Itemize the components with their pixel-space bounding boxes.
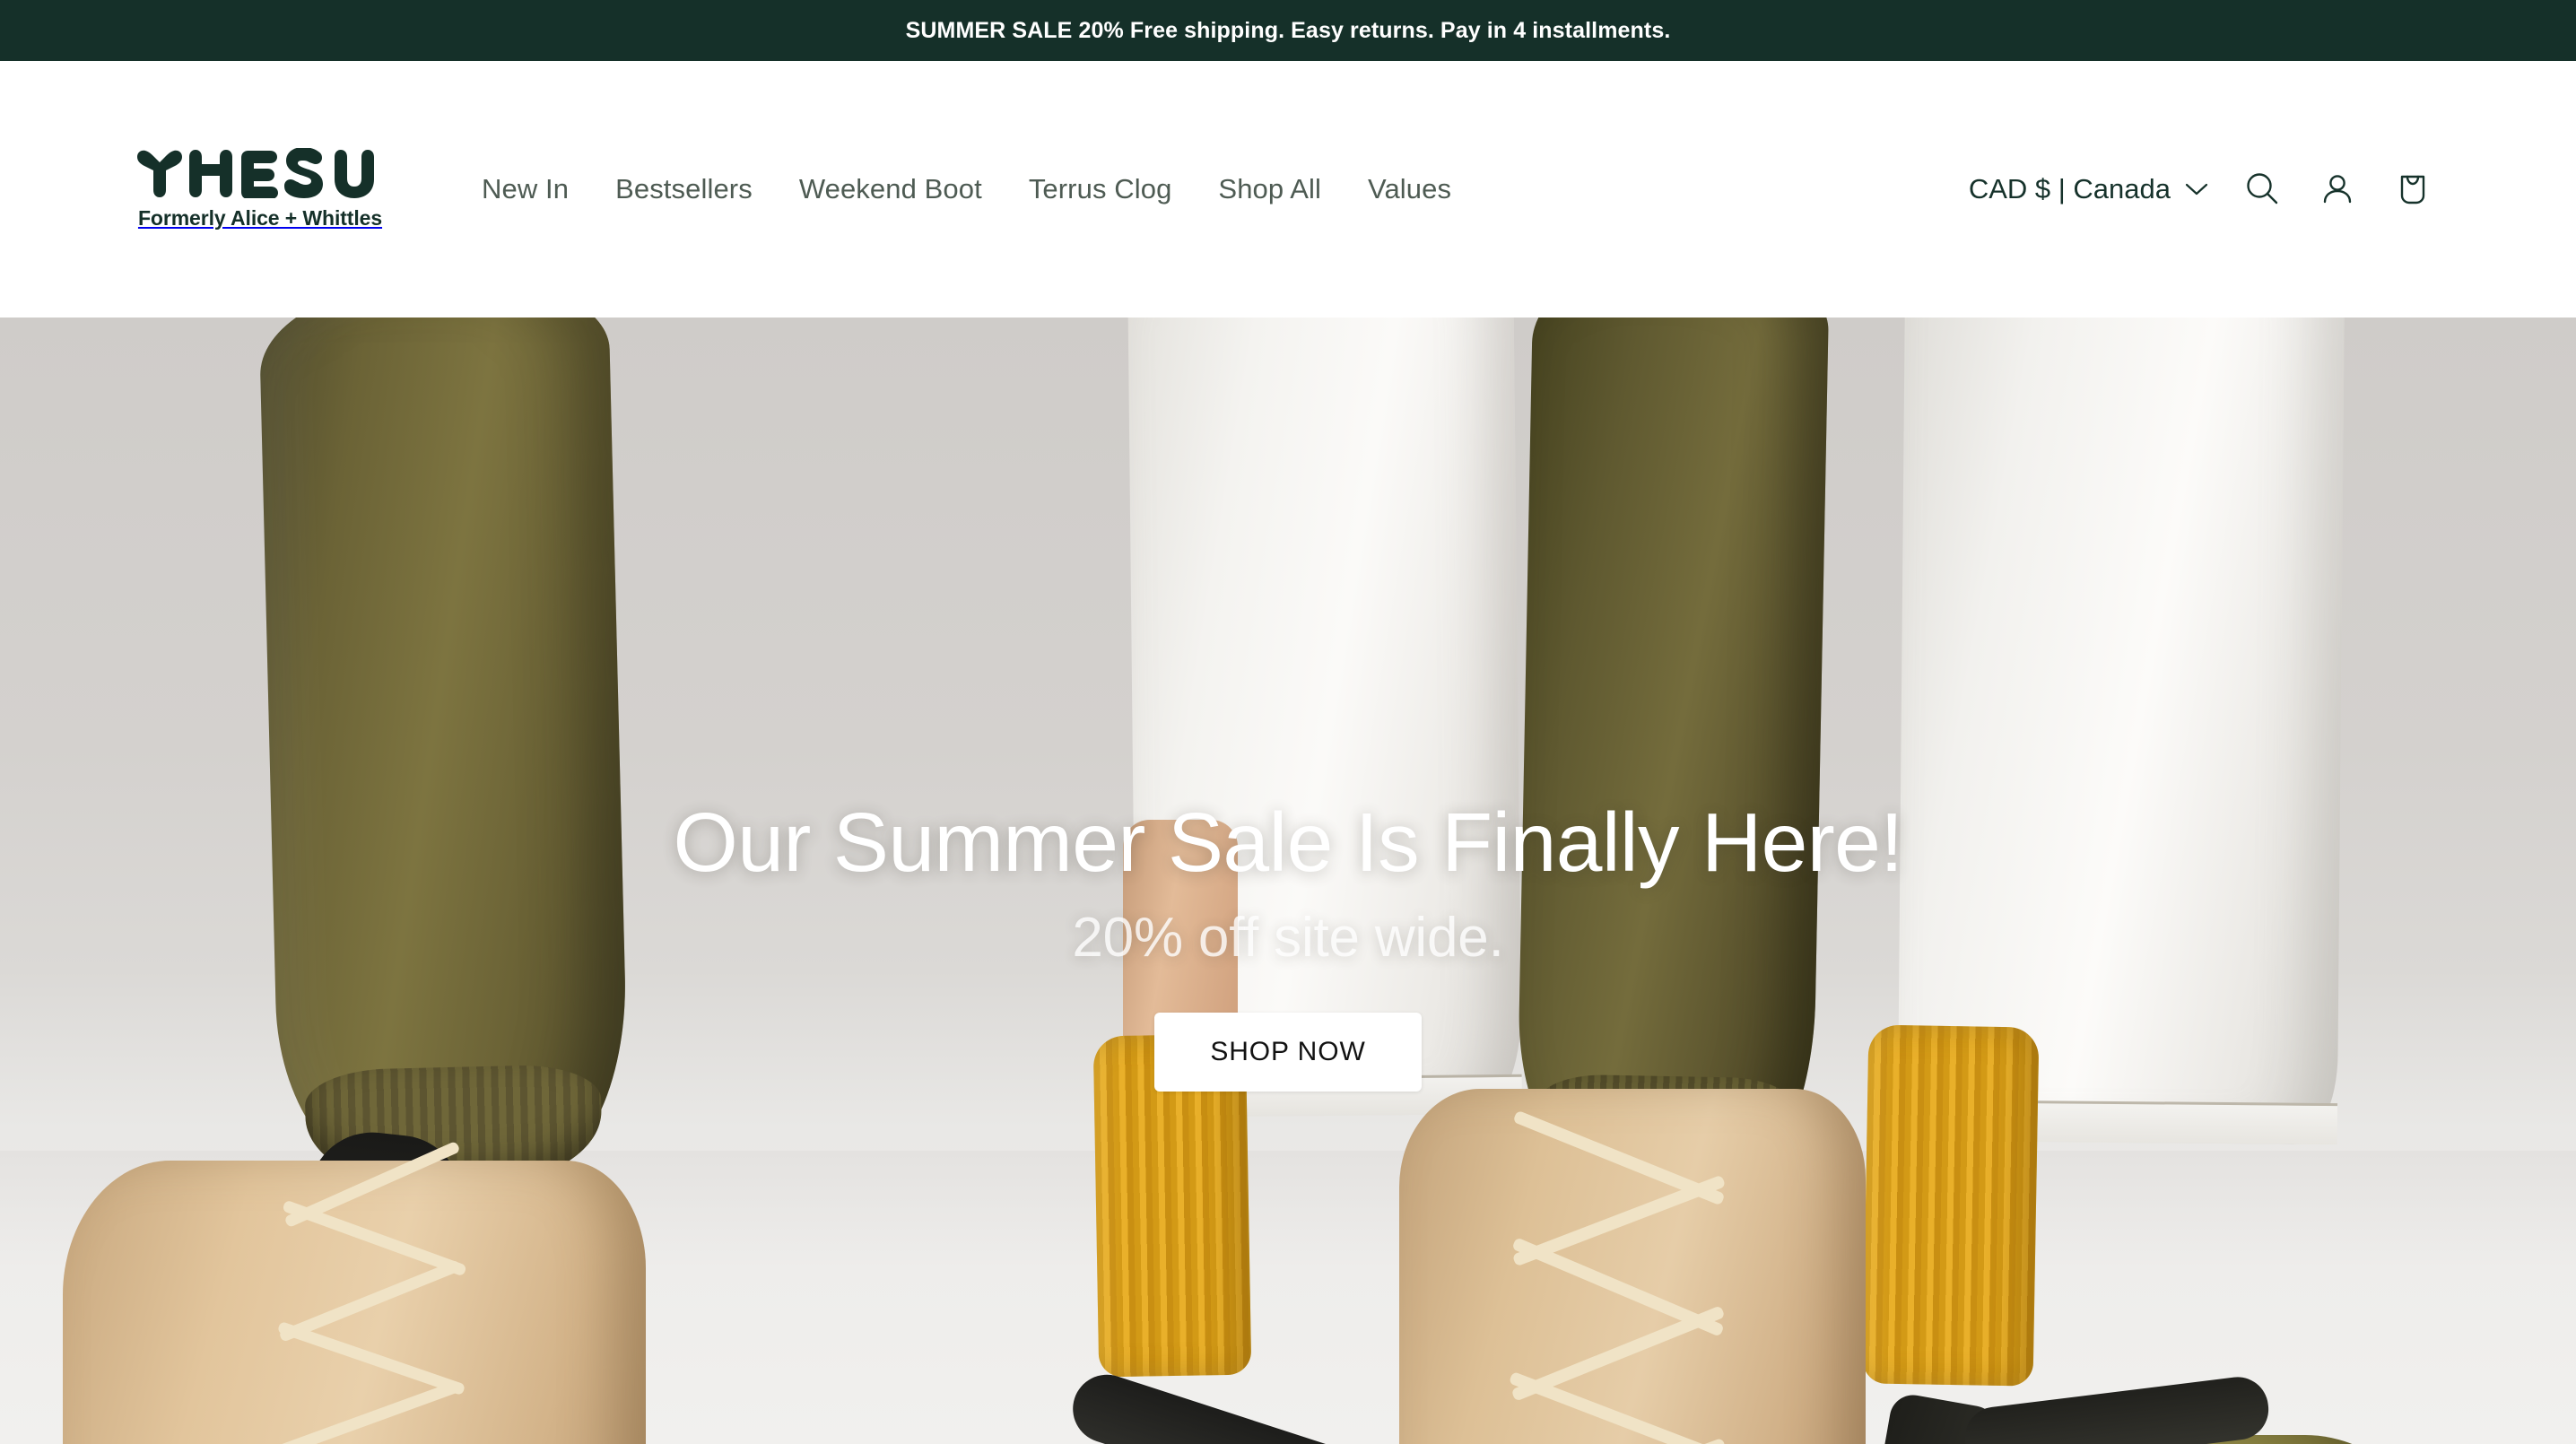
brand-logo-link[interactable]: Formerly Alice + Whittles xyxy=(130,148,390,231)
main-navigation: New In Bestsellers Weekend Boot Terrus C… xyxy=(458,161,1475,218)
shop-now-button[interactable]: SHOP NOW xyxy=(1154,1012,1422,1092)
account-button[interactable] xyxy=(2300,152,2375,227)
search-icon xyxy=(2247,173,2278,204)
nav-item-bestsellers[interactable]: Bestsellers xyxy=(592,161,776,218)
hero-subtitle: 20% off site wide. xyxy=(1072,906,1504,969)
locale-label: CAD $ | Canada xyxy=(1968,173,2171,204)
site-header: Formerly Alice + Whittles New In Bestsel… xyxy=(0,61,2576,318)
chevron-down-icon xyxy=(2185,183,2208,196)
header-actions: CAD $ | Canada xyxy=(1953,152,2450,227)
hero-title: Our Summer Sale Is Finally Here! xyxy=(673,796,1903,889)
hero-banner: Our Summer Sale Is Finally Here! 20% off… xyxy=(0,318,2576,1444)
nav-item-new-in[interactable]: New In xyxy=(458,161,592,218)
search-button[interactable] xyxy=(2224,152,2300,227)
hero-content: Our Summer Sale Is Finally Here! 20% off… xyxy=(0,318,2576,1444)
nav-item-weekend-boot[interactable]: Weekend Boot xyxy=(776,161,1005,218)
nav-item-terrus-clog[interactable]: Terrus Clog xyxy=(1005,161,1196,218)
cart-icon xyxy=(2400,175,2425,204)
nav-item-values[interactable]: Values xyxy=(1345,161,1475,218)
currency-country-selector[interactable]: CAD $ | Canada xyxy=(1953,164,2224,214)
announcement-bar: SUMMER SALE 20% Free shipping. Easy retu… xyxy=(0,0,2576,61)
nav-item-shop-all[interactable]: Shop All xyxy=(1195,161,1345,218)
thesus-wordmark-icon xyxy=(137,148,374,198)
brand-tagline: Formerly Alice + Whittles xyxy=(137,206,383,230)
account-icon xyxy=(2323,175,2352,204)
cart-button[interactable] xyxy=(2375,152,2450,227)
announcement-text: SUMMER SALE 20% Free shipping. Easy retu… xyxy=(905,17,1671,43)
